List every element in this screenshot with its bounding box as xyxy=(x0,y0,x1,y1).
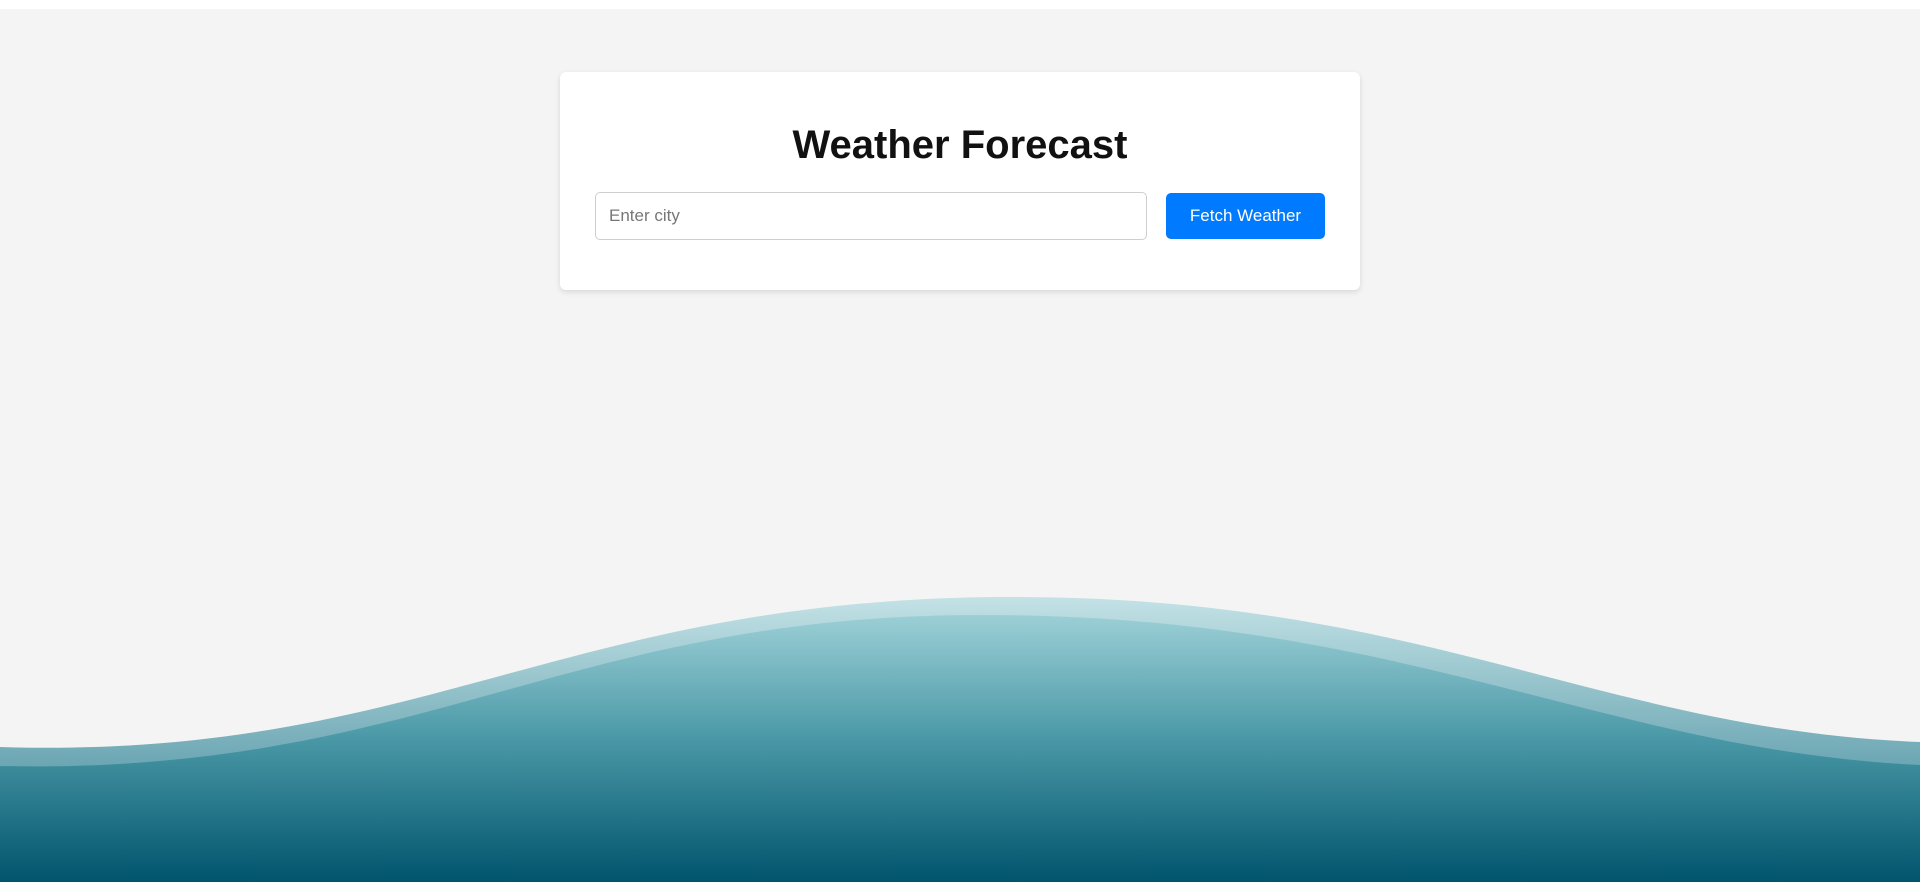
top-strip xyxy=(0,0,1920,9)
weather-card: Weather Forecast Fetch Weather xyxy=(560,72,1360,290)
city-input[interactable] xyxy=(595,192,1147,240)
wave-front-layer xyxy=(0,614,1920,882)
wave-background xyxy=(0,596,1920,882)
page-title: Weather Forecast xyxy=(792,123,1128,167)
fetch-weather-button[interactable]: Fetch Weather xyxy=(1166,193,1325,239)
